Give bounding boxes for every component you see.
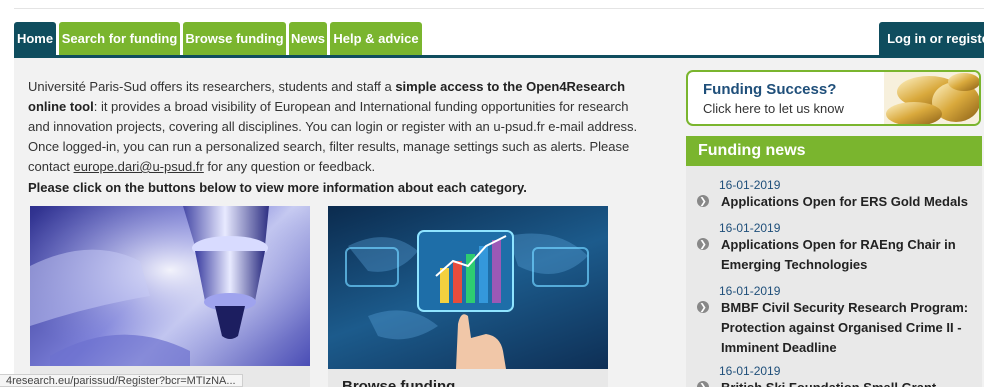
chevron-right-icon: ❯ — [697, 238, 709, 250]
coins-image — [884, 72, 979, 124]
news-title-link[interactable]: British Ski Foundation Small Grant — [721, 378, 971, 387]
status-bar-url: 4research.eu/parissud/Register?bcr=MTIzN… — [0, 374, 243, 387]
tab-home[interactable]: Home — [14, 22, 56, 56]
news-title-link[interactable]: Applications Open for RAEng Chair in Eme… — [721, 235, 971, 275]
news-title-link[interactable]: Applications Open for ERS Gold Medals — [721, 192, 971, 212]
funding-success-subtitle: Click here to let us know — [703, 101, 844, 116]
top-divider — [14, 8, 984, 9]
news-date: 16-01-2019 — [719, 221, 781, 235]
search-funding-card-image[interactable] — [30, 206, 310, 366]
chevron-right-icon: ❯ — [697, 301, 709, 313]
touchscreen-chart-image — [345, 230, 589, 369]
browse-funding-card-title[interactable]: Browse funding — [342, 378, 455, 387]
category-instructions: Please click on the buttons below to vie… — [28, 180, 527, 195]
news-date: 16-01-2019 — [719, 284, 781, 298]
funding-success-title: Funding Success? — [703, 81, 837, 98]
browse-funding-card-image[interactable] — [328, 206, 608, 369]
news-title-link[interactable]: BMBF Civil Security Research Program: Pr… — [721, 298, 971, 358]
intro-part3: for any question or feedback. — [203, 159, 376, 174]
funding-success-banner[interactable]: Funding Success? Click here to let us kn… — [686, 70, 981, 126]
funding-news-heading: Funding news — [686, 136, 982, 166]
chevron-right-icon: ❯ — [697, 195, 709, 207]
contact-email-link[interactable]: europe.dari@u-psud.fr — [74, 159, 204, 174]
news-date: 16-01-2019 — [719, 178, 781, 192]
intro-text: Université Paris-Sud offers its research… — [28, 77, 653, 177]
chevron-right-icon: ❯ — [697, 381, 709, 387]
tab-search-for-funding[interactable]: Search for funding — [59, 22, 180, 56]
intro-part1: Université Paris-Sud offers its research… — [28, 79, 396, 94]
news-date: 16-01-2019 — [719, 364, 781, 378]
tab-news[interactable]: News — [289, 22, 327, 56]
tab-browse-funding[interactable]: Browse funding — [183, 22, 286, 56]
tab-help-advice[interactable]: Help & advice — [330, 22, 422, 56]
microscope-image — [30, 206, 310, 366]
login-register-button[interactable]: Log in or registe — [879, 22, 984, 56]
main-nav: Home Search for funding Browse funding N… — [14, 22, 984, 56]
